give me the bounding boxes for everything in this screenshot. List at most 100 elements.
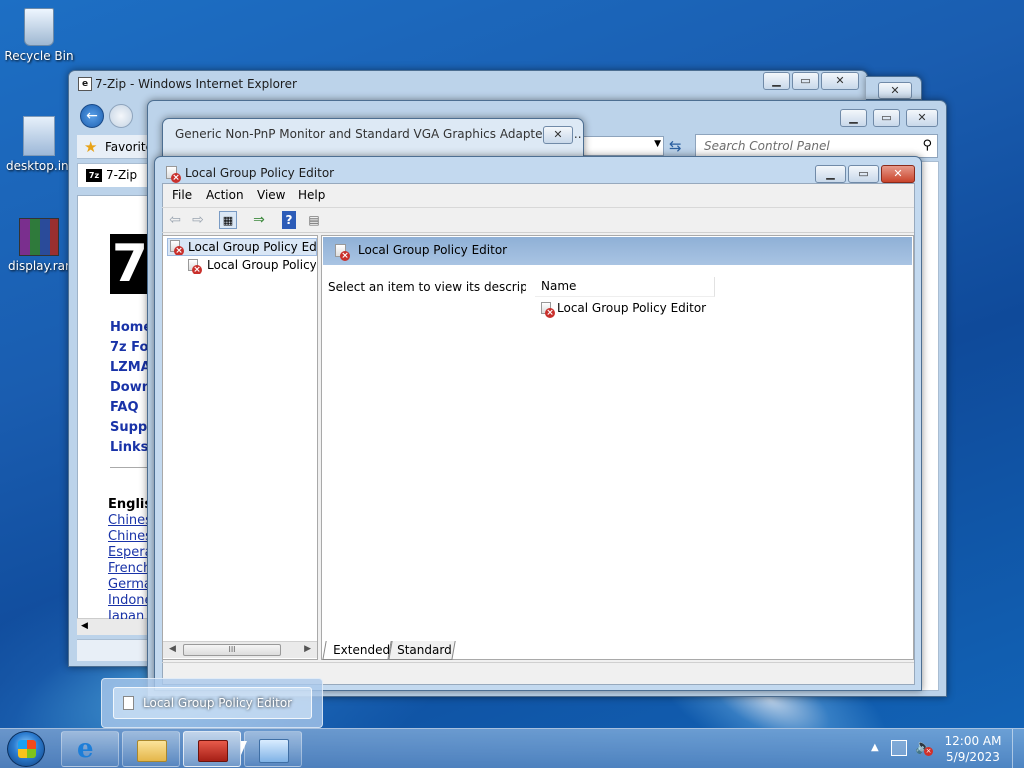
gpe-close-button[interactable]: ✕ <box>881 165 915 183</box>
ie-minimize-button[interactable]: ▁ <box>763 72 790 90</box>
language-link[interactable]: French <box>108 561 152 576</box>
tree-item-child[interactable]: Local Group Policy Editor <box>186 256 316 274</box>
muted-badge-icon: × <box>924 747 933 756</box>
taskbar-internet-explorer[interactable]: e <box>61 731 119 767</box>
language-link[interactable]: Germa <box>108 577 152 592</box>
toolbox-icon <box>198 740 228 762</box>
menu-file[interactable]: File <box>172 186 192 204</box>
desktop-ini-file[interactable]: desktop.ini <box>1 116 77 173</box>
language-heading: Englis <box>108 497 150 512</box>
menu-view[interactable]: View <box>257 186 285 204</box>
scroll-right-icon[interactable]: ▶ <box>304 644 311 654</box>
tab-standard[interactable]: Standard <box>388 641 456 660</box>
internet-explorer-icon: e <box>77 734 94 764</box>
language-link[interactable]: Chines <box>108 529 152 544</box>
monitor-properties-window[interactable]: Generic Non-PnP Monitor and Standard VGA… <box>162 118 584 158</box>
cp-minimize-button[interactable]: ▁ <box>840 109 867 127</box>
search-icon[interactable]: ⚲ <box>922 138 932 153</box>
background-window[interactable]: ✕ <box>866 76 922 100</box>
ie-close-button[interactable]: ✕ <box>821 72 859 90</box>
thumbnail-item[interactable]: Local Group Policy Editor <box>113 687 312 719</box>
network-icon[interactable] <box>891 740 907 756</box>
link-faq[interactable]: FAQ <box>110 400 152 415</box>
taskbar-control-panel[interactable] <box>244 731 302 767</box>
menu-help[interactable]: Help <box>298 186 325 204</box>
scroll-left-icon[interactable]: ◀ <box>81 621 88 631</box>
taskbar-thumbnail[interactable]: Local Group Policy Editor <box>101 678 323 728</box>
link-7z-format[interactable]: 7z Fo <box>110 340 152 355</box>
settings-file-icon <box>23 116 55 156</box>
policy-editor-icon <box>123 696 134 710</box>
start-button[interactable] <box>7 731 45 767</box>
refresh-icon[interactable]: ⇆ <box>669 137 682 155</box>
7zip-tab-icon: 7z <box>86 169 102 182</box>
tree-pane <box>162 235 318 660</box>
mouse-cursor-icon <box>241 741 247 755</box>
link-support[interactable]: Supp <box>110 420 152 435</box>
favorites-bar: ★ Favorite <box>77 135 153 159</box>
language-link[interactable]: Japan <box>108 609 152 619</box>
properties-icon[interactable]: ▤ <box>305 211 323 229</box>
address-dropdown-icon[interactable]: ▼ <box>654 139 661 149</box>
file-explorer-icon <box>137 740 167 762</box>
ie-title: e 7-Zip - Windows Internet Explorer <box>69 71 867 97</box>
clock-date: 5/9/2023 <box>946 750 1000 764</box>
tree-item-root[interactable]: Local Group Policy Editor <box>167 238 317 256</box>
gpe-window-icon <box>166 166 181 183</box>
clock-time: 12:00 AM <box>944 734 1002 748</box>
monitor-window-title: Generic Non-PnP Monitor and Standard VGA… <box>175 127 582 141</box>
recycle-bin-label: Recycle Bin <box>4 49 74 63</box>
tree-hscrollbar[interactable]: ◀ III ▶ <box>163 641 317 658</box>
clock[interactable]: 12:00 AM 5/9/2023 <box>940 733 1006 765</box>
list-item[interactable]: Local Group Policy Editor <box>539 300 719 318</box>
language-link[interactable]: Espera <box>108 545 152 560</box>
winrar-archive-icon <box>19 218 59 256</box>
ie-hscrollbar[interactable]: ◀ <box>77 618 149 635</box>
gpe-minimize-button[interactable]: ▁ <box>815 165 846 183</box>
policy-editor-icon <box>541 302 555 318</box>
tab-7zip[interactable]: 7z 7-Zip <box>77 163 149 187</box>
cp-close-button[interactable]: ✕ <box>906 109 938 127</box>
monitor-close-button[interactable]: ✕ <box>543 126 573 144</box>
gpe-maximize-button[interactable]: ▭ <box>848 165 879 183</box>
menu-action[interactable]: Action <box>206 186 244 204</box>
description-text: Select an item to view its description. <box>328 280 555 294</box>
link-home[interactable]: Home <box>110 320 152 335</box>
back-arrow-icon[interactable]: ⇦ <box>166 211 184 229</box>
language-link[interactable]: Indone <box>108 593 152 608</box>
display-rar-label: display.rar <box>8 259 70 273</box>
cp-address-bar[interactable]: ▼ <box>582 136 664 156</box>
favorites-star-icon: ★ <box>84 138 98 156</box>
show-desktop-button[interactable] <box>1012 729 1024 768</box>
show-hidden-icons-icon[interactable]: ▲ <box>871 742 879 753</box>
link-download[interactable]: Down <box>110 380 152 395</box>
favorites-button[interactable]: Favorite <box>105 140 153 154</box>
scroll-left-icon[interactable]: ◀ <box>169 644 176 654</box>
ie-maximize-button[interactable]: ▭ <box>792 72 819 90</box>
recycle-bin[interactable]: Recycle Bin <box>1 8 77 63</box>
show-hide-tree-icon[interactable]: ▦ <box>219 211 237 229</box>
taskbar-group-policy[interactable] <box>183 731 241 767</box>
name-column-header[interactable]: Name <box>535 277 715 297</box>
display-rar-file[interactable]: display.rar <box>1 218 77 273</box>
policy-editor-icon <box>188 259 202 274</box>
search-control-panel-input[interactable]: Search Control Panel ⚲ <box>695 134 938 158</box>
back-button[interactable]: ← <box>80 104 104 128</box>
help-icon[interactable]: ? <box>282 211 296 229</box>
forward-button[interactable] <box>109 104 133 128</box>
7zip-logo: 7 <box>110 234 150 294</box>
link-lzma[interactable]: LZMA <box>110 360 152 375</box>
language-link[interactable]: Chines <box>108 513 152 528</box>
tab-extended[interactable]: Extended <box>322 641 392 660</box>
link-links[interactable]: Links <box>110 440 152 455</box>
details-header: Local Group Policy Editor <box>323 237 912 265</box>
forward-arrow-icon[interactable]: ⇨ <box>189 211 207 229</box>
control-panel-icon <box>259 739 289 763</box>
taskbar-file-explorer[interactable] <box>122 731 180 767</box>
background-close-button[interactable]: ✕ <box>878 82 912 99</box>
export-list-icon[interactable]: ⇒ <box>250 211 268 229</box>
cp-maximize-button[interactable]: ▭ <box>873 109 900 127</box>
desktop-ini-label: desktop.ini <box>6 159 72 173</box>
ie-logo-icon: e <box>78 77 92 91</box>
scroll-thumb[interactable]: III <box>183 644 281 656</box>
